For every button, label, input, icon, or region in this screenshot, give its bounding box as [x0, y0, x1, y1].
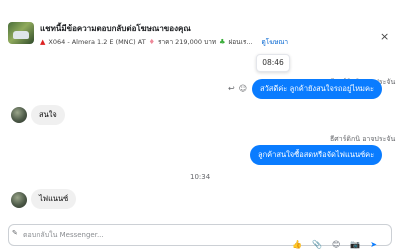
message-actions: ↩ ☺	[228, 84, 247, 93]
time-tooltip: 08:46	[256, 54, 290, 72]
emoji-reaction-icon[interactable]: ☺	[239, 84, 247, 93]
car-model: X064 - Almera 1.2 E (MNC) AT	[48, 38, 146, 46]
emoji-icon[interactable]: 😊	[332, 240, 340, 249]
message-bubble-outgoing[interactable]: สวัสดีค่ะ ลูกค้ายังสนใจรถอยู่ไหมคะ	[252, 79, 383, 99]
composer-toolbar: 👍 📎 😊 📷 ➤	[292, 240, 377, 249]
reply-icon[interactable]: ↩	[228, 84, 235, 93]
leaf-icon: ♣	[219, 38, 226, 46]
like-icon[interactable]: 👍	[292, 240, 302, 249]
message-bubble-incoming[interactable]: สนใจ	[31, 105, 65, 125]
ad-reply-title: แชทนี้มีข้อความตอบกลับต่อโฆษณาของคุณ	[40, 24, 191, 33]
send-icon[interactable]: ➤	[370, 240, 377, 249]
message-bubble-incoming[interactable]: ไฟแนนซ์	[31, 189, 77, 209]
car-image	[13, 31, 29, 39]
attach-icon[interactable]: 📎	[312, 240, 322, 249]
car-price: ราคา 219,000 บาท	[157, 38, 217, 46]
message-bubble-outgoing[interactable]: ลูกค้าสนใจซื้อสดหรือจัดไฟแนนซ์คะ	[250, 145, 383, 165]
car-icon: ▲	[40, 38, 46, 46]
ad-reply-header: แชทนี้มีข้อความตอบกลับต่อโฆษณาของคุณ ▲ X…	[0, 0, 400, 60]
timestamp-divider: 10:34	[190, 173, 211, 181]
sender-name: ธีศาร์ดิกนิ อาจประจัน	[330, 135, 396, 143]
close-icon[interactable]: ×	[380, 30, 389, 43]
avatar[interactable]	[11, 107, 27, 123]
ad-extra: ผ่อนเร...	[228, 38, 253, 46]
camera-icon[interactable]: 📷	[350, 240, 360, 249]
ad-details: ▲ X064 - Almera 1.2 E (MNC) AT ♦ ราคา 21…	[40, 37, 288, 47]
view-ad-link[interactable]: ดูโฆษณา	[262, 37, 289, 47]
tag-icon: ♦	[148, 38, 155, 46]
ad-thumbnail[interactable]	[8, 22, 34, 44]
avatar[interactable]	[11, 192, 27, 208]
edit-icon: ✎	[12, 229, 18, 237]
